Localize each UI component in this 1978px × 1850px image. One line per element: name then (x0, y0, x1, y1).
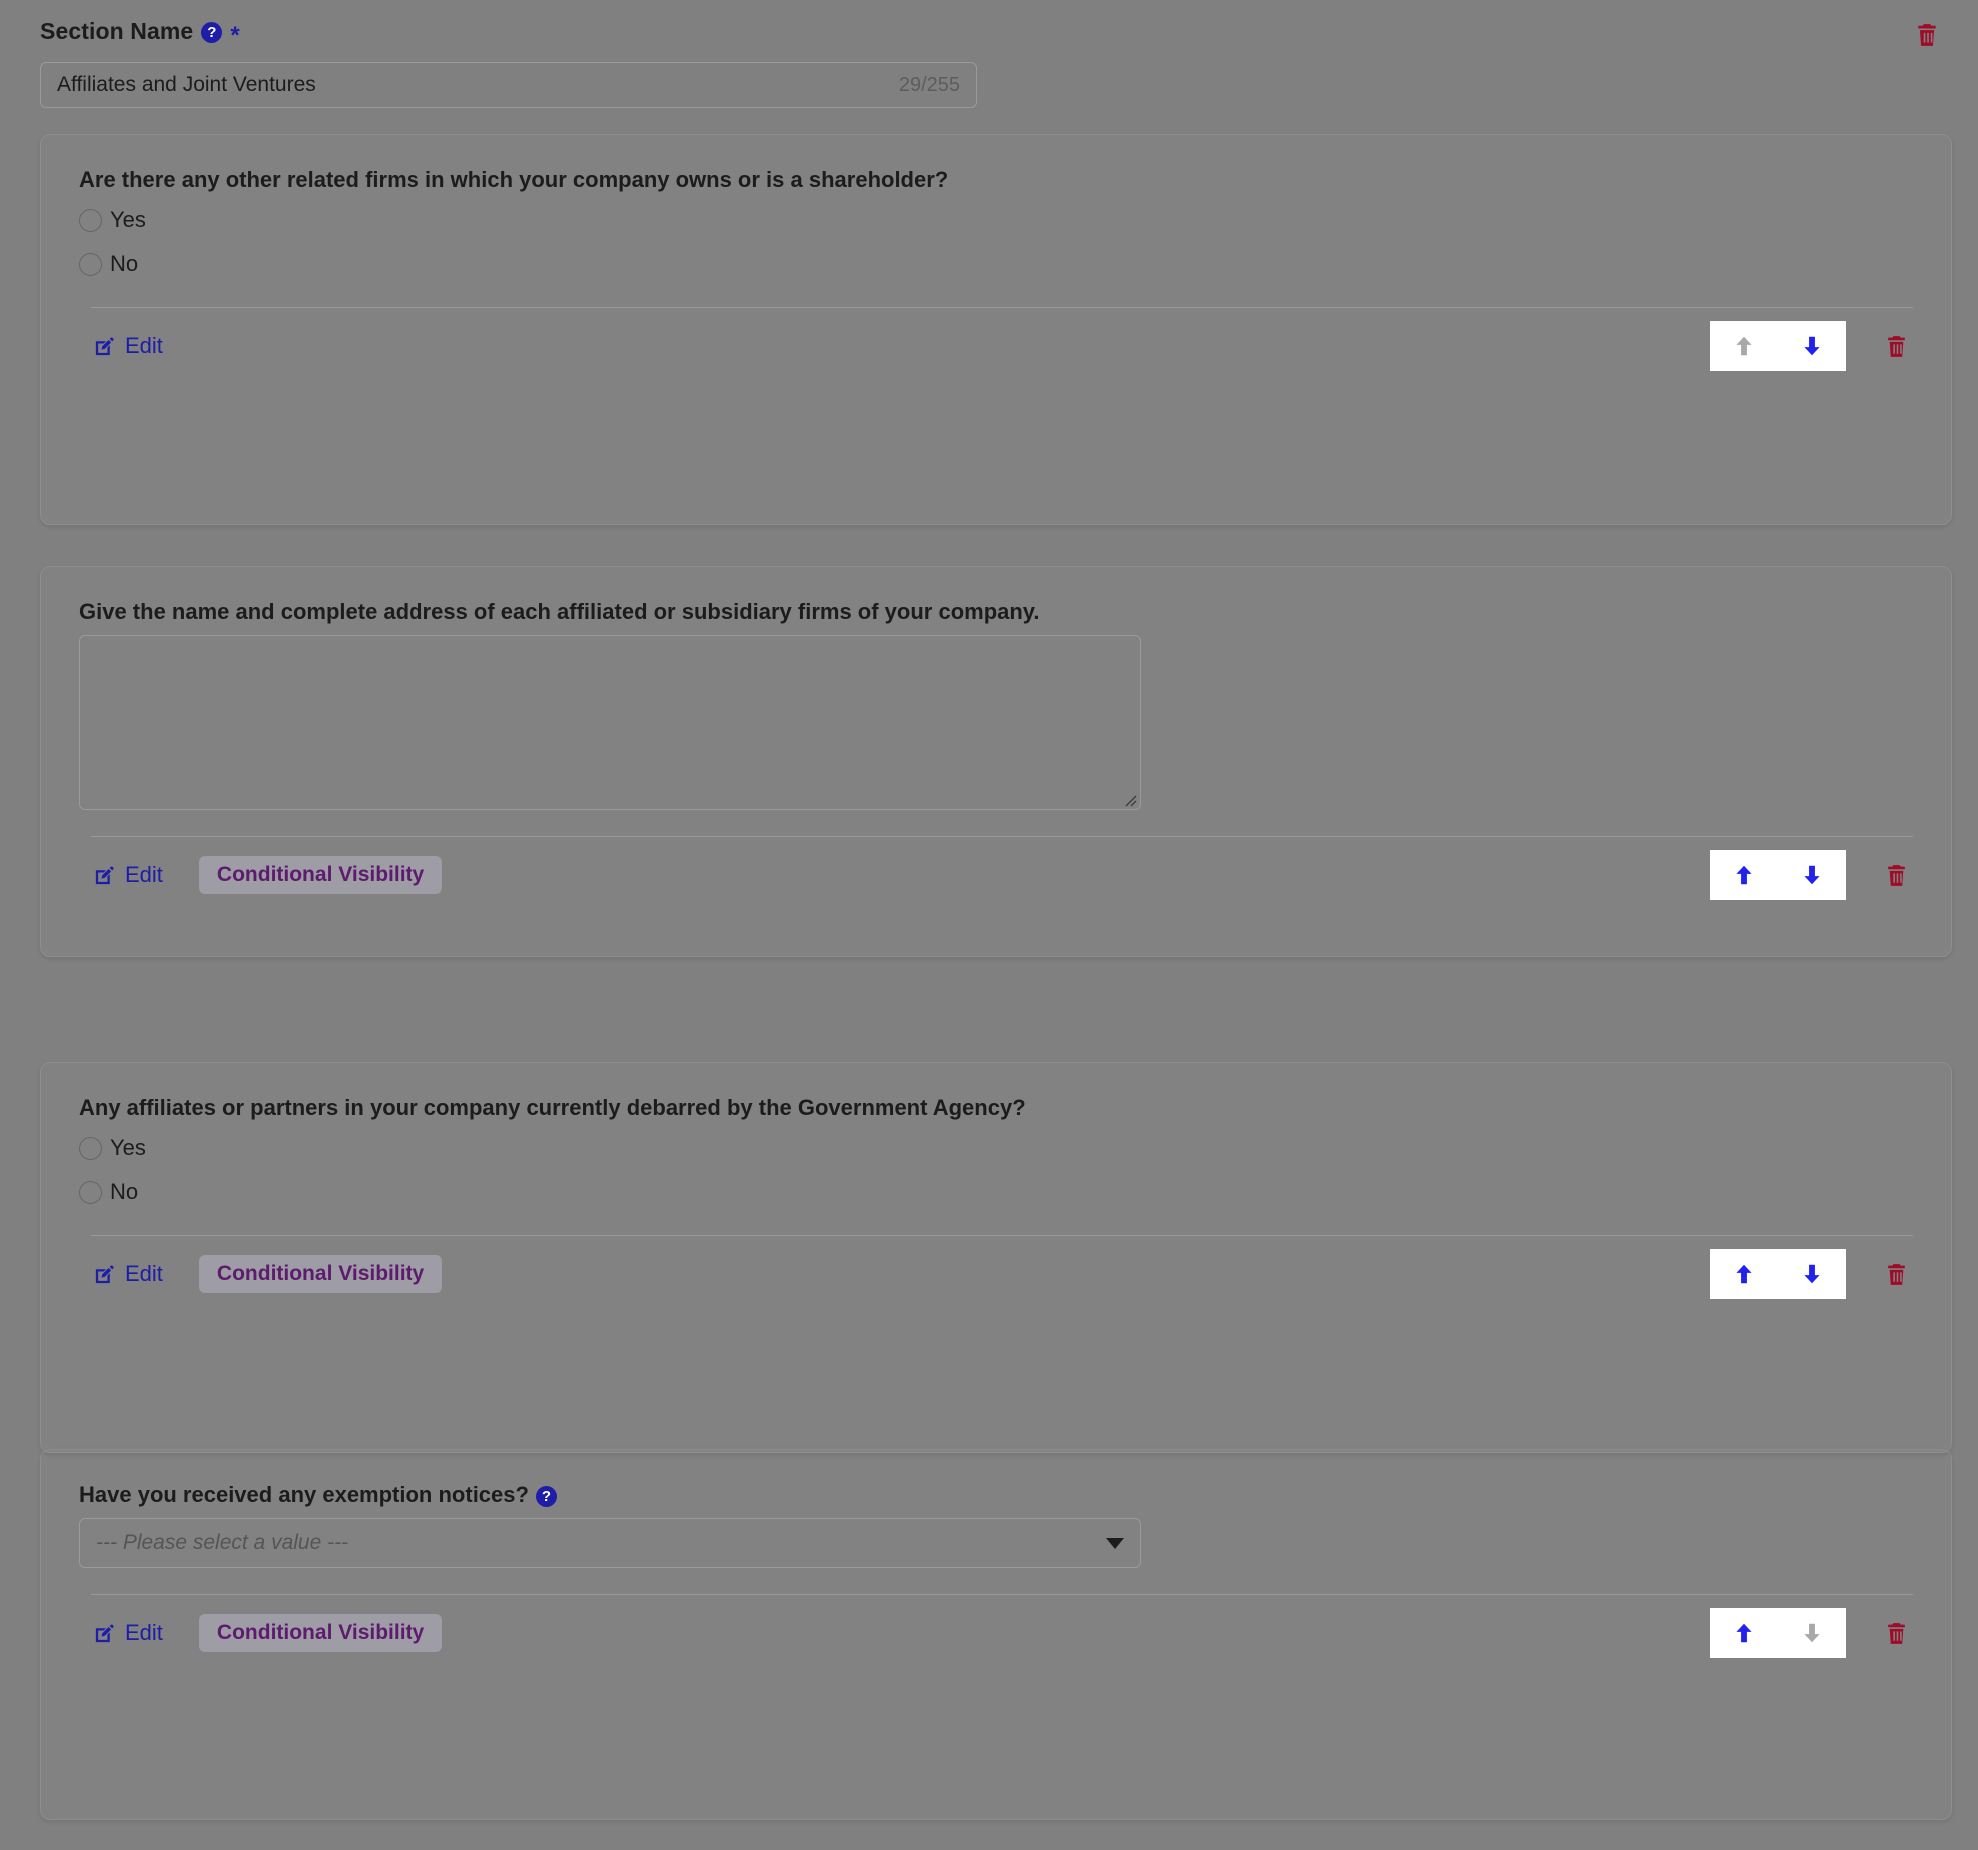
delete-question-button[interactable] (1884, 1619, 1909, 1648)
required-asterisk: * (230, 21, 240, 49)
radio-option-label: No (110, 1179, 139, 1204)
edit-pencil-icon (95, 1624, 114, 1642)
edit-question-button[interactable]: Edit (93, 862, 163, 888)
question-card-footer: Edit Conditional Visibility (41, 837, 1951, 919)
radio-circle-icon (79, 252, 102, 276)
arrow-up-icon (1736, 336, 1752, 356)
character-counter: 29/255 (898, 73, 960, 96)
answer-select[interactable]: --- Please select a value --- (79, 1518, 1141, 1568)
radio-circle-icon (79, 208, 102, 232)
move-up-button[interactable] (1719, 1249, 1769, 1299)
help-circle-icon[interactable]: ? (201, 22, 223, 43)
arrow-down-icon (1804, 865, 1820, 885)
edit-question-button[interactable]: Edit (93, 333, 163, 359)
chevron-down-icon (1106, 1537, 1124, 1549)
delete-question-button[interactable] (1884, 861, 1909, 890)
arrow-up-icon (1736, 865, 1752, 885)
arrow-down-icon (1804, 1623, 1820, 1643)
conditional-visibility-button[interactable]: Conditional Visibility (198, 1614, 443, 1652)
help-circle-icon[interactable]: ? (535, 1485, 557, 1507)
delete-section-button[interactable] (1914, 20, 1940, 50)
radio-option-label: No (110, 251, 139, 276)
move-button-group (1710, 1608, 1846, 1658)
trash-icon (1888, 1263, 1905, 1285)
resize-handle-icon[interactable] (1121, 791, 1137, 807)
question-card-body: Are there any other related firms in whi… (41, 135, 1951, 281)
question-card-body: Give the name and complete address of ea… (41, 567, 1951, 810)
move-button-group (1710, 321, 1846, 371)
radio-circle-icon (79, 1136, 102, 1160)
move-down-button[interactable] (1787, 1249, 1837, 1299)
form-builder-section-editor: Section Name ? * Affiliates and Joint Ve… (0, 0, 1978, 1850)
radio-option-no[interactable]: No (79, 1175, 1913, 1209)
edit-label: Edit (125, 1620, 163, 1645)
trash-icon (1888, 1622, 1905, 1644)
conditional-visibility-button[interactable]: Conditional Visibility (198, 856, 443, 894)
question-card-body: Any affiliates or partners in your compa… (41, 1063, 1951, 1209)
edit-pencil-icon (95, 866, 114, 884)
question-card-footer: Edit (41, 308, 1951, 390)
move-up-button[interactable] (1719, 321, 1769, 371)
trash-icon (1918, 24, 1936, 46)
question-card: Are there any other related firms in whi… (40, 134, 1952, 525)
trash-icon (1888, 335, 1905, 357)
delete-question-button[interactable] (1884, 1260, 1909, 1289)
radio-option-no[interactable]: No (79, 247, 1913, 281)
move-down-button[interactable] (1787, 1608, 1837, 1658)
edit-pencil-icon (95, 337, 114, 355)
question-title: Any affiliates or partners in your compa… (79, 1095, 1026, 1120)
trash-icon (1888, 864, 1905, 886)
question-card: Give the name and complete address of ea… (40, 566, 1952, 957)
move-down-button[interactable] (1787, 321, 1837, 371)
edit-label: Edit (125, 1261, 163, 1286)
question-card-footer: Edit Conditional Visibility (41, 1595, 1951, 1677)
move-button-group (1710, 1249, 1846, 1299)
question-card-body: Have you received any exemption notices?… (41, 1450, 1951, 1568)
arrow-up-icon (1736, 1623, 1752, 1643)
edit-pencil-icon (95, 1265, 114, 1283)
radio-option-yes[interactable]: Yes (79, 1131, 1913, 1165)
edit-question-button[interactable]: Edit (93, 1261, 163, 1287)
move-up-button[interactable] (1719, 850, 1769, 900)
question-title: Give the name and complete address of ea… (79, 599, 1040, 624)
section-name-value: Affiliates and Joint Ventures (57, 73, 316, 96)
delete-question-button[interactable] (1884, 332, 1909, 361)
question-card: Have you received any exemption notices?… (40, 1449, 1952, 1820)
section-name-input[interactable]: Affiliates and Joint Ventures 29/255 (40, 62, 977, 108)
question-card-footer: Edit Conditional Visibility (41, 1236, 1951, 1318)
radio-option-yes[interactable]: Yes (79, 203, 1913, 237)
edit-label: Edit (125, 333, 163, 358)
edit-label: Edit (125, 862, 163, 887)
question-title: Are there any other related firms in whi… (79, 167, 949, 192)
move-button-group (1710, 850, 1846, 900)
radio-option-label: Yes (110, 207, 146, 232)
select-value: --- Please select a value --- (96, 1531, 349, 1554)
arrow-down-icon (1804, 1264, 1820, 1284)
answer-textarea[interactable] (79, 635, 1141, 810)
move-down-button[interactable] (1787, 850, 1837, 900)
radio-option-label: Yes (110, 1135, 146, 1160)
arrow-up-icon (1736, 1264, 1752, 1284)
question-card: Any affiliates or partners in your compa… (40, 1062, 1952, 1453)
section-header: Section Name ? * (40, 18, 240, 49)
move-up-button[interactable] (1719, 1608, 1769, 1658)
question-title: Have you received any exemption notices?… (79, 1482, 1913, 1508)
conditional-visibility-button[interactable]: Conditional Visibility (198, 1255, 443, 1293)
page-title: Section Name (40, 18, 194, 44)
radio-circle-icon (79, 1180, 102, 1204)
edit-question-button[interactable]: Edit (93, 1620, 163, 1646)
arrow-down-icon (1804, 336, 1820, 356)
